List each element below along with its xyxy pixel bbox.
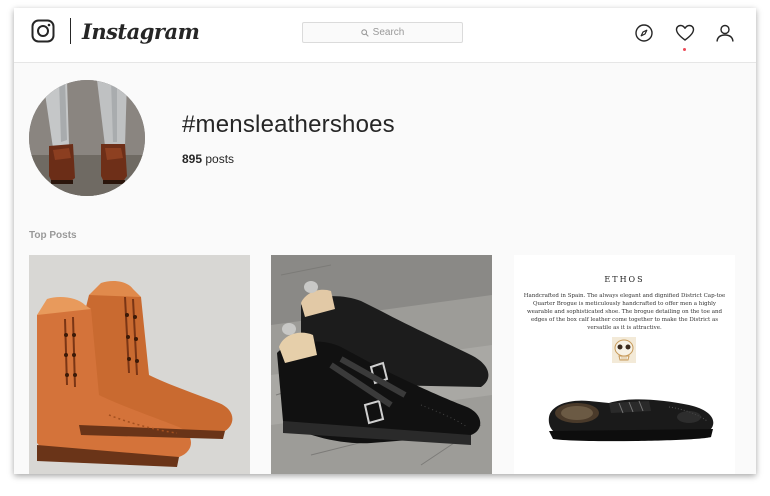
post-count-suffix: posts xyxy=(205,152,235,166)
heart-icon[interactable] xyxy=(675,23,695,43)
post-tile[interactable] xyxy=(271,255,492,474)
compass-icon[interactable] xyxy=(634,23,654,43)
top-posts-label: Top Posts xyxy=(29,230,77,241)
ethos-caption: Handcrafted in Spain. The always elegant… xyxy=(523,293,726,331)
post-count: 895 posts xyxy=(182,152,234,166)
skull-illustration-icon xyxy=(612,337,636,363)
instagram-camera-icon[interactable] xyxy=(31,19,55,43)
post-tile[interactable] xyxy=(29,255,250,474)
oxford-shoe-image xyxy=(548,399,714,442)
search-icon xyxy=(360,28,369,37)
search-input[interactable]: Search xyxy=(302,22,463,43)
user-icon[interactable] xyxy=(715,23,735,43)
hashtag-avatar xyxy=(29,80,145,196)
ethos-brand-text: ETHOS xyxy=(604,275,645,284)
post-tile[interactable]: ETHOS Handcrafted in Spain. The always e… xyxy=(514,255,735,474)
hashtag-title: #mensleathershoes xyxy=(182,111,395,138)
post-count-number: 895 xyxy=(182,152,203,166)
instagram-wordmark[interactable]: Instagram xyxy=(82,19,200,44)
logo-divider xyxy=(70,18,71,44)
search-placeholder: Search xyxy=(372,27,405,38)
top-navigation-bar: Instagram Search xyxy=(14,8,756,63)
browser-window: Instagram Search #mensleathershoes 895 p… xyxy=(14,8,756,474)
notification-dot xyxy=(683,48,686,51)
